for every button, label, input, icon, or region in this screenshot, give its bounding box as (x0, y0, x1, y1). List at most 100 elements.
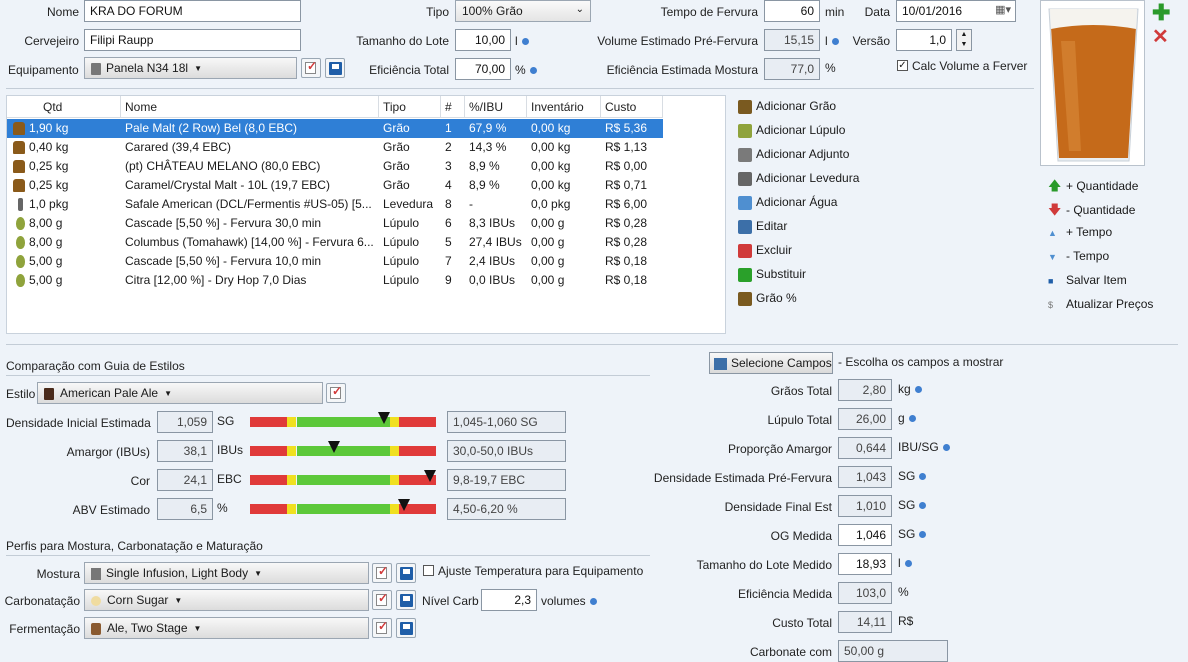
table-row[interactable]: 1,0 pkg Safale American (DCL/Fermentis #U… (7, 195, 663, 214)
table-row[interactable]: 0,40 kg Carared (39,4 EBC) Grão 2 14,3 % 0,00… (7, 138, 663, 157)
stat-unit-text: R$ (898, 614, 914, 628)
calendar-icon[interactable]: ▦▾ (995, 3, 1011, 16)
side-action-3[interactable]: ▼ - Tempo (1048, 249, 1109, 263)
cervejeiro-input[interactable]: Filipi Raupp (84, 29, 301, 51)
cell-n: 7 (445, 254, 452, 268)
action-icon (738, 99, 752, 114)
mostura-select[interactable]: Single Infusion, Light Body ▼ (84, 562, 369, 584)
stat-value: 1,043 (838, 466, 892, 488)
action-3[interactable]: Adicionar Levedura (738, 171, 859, 189)
cell-inv: 0,00 kg (531, 159, 571, 173)
tamanho-input[interactable]: 10,00 (455, 29, 511, 51)
action-2[interactable]: Adicionar Adjunto (738, 147, 849, 165)
edit-equipment-button[interactable]: ✓ (301, 58, 321, 78)
cell-pct: 2,4 IBUs (469, 254, 516, 268)
cell-qtd: 1,90 kg (29, 121, 69, 135)
stat-input[interactable]: 1,046 (838, 524, 892, 546)
calc-volume-checkbox[interactable]: ✓ (897, 60, 908, 71)
action-8[interactable]: Grão % (738, 291, 797, 309)
table-row[interactable]: 8,00 g Cascade [5,50 %] - Fervura 30,0 mi… (7, 214, 663, 233)
info-dot-icon (914, 386, 922, 394)
side-action-1[interactable]: 🡇 - Quantidade (1048, 201, 1135, 223)
side-action-4[interactable]: ■ Salvar Item (1048, 273, 1127, 287)
column-header-qtd[interactable]: Qtd (7, 96, 121, 118)
side-action-icon: $ (1048, 300, 1054, 310)
column-header-ibu[interactable]: %/IBU (465, 96, 527, 118)
side-action-2[interactable]: ▲ + Tempo (1048, 225, 1112, 239)
column-header-inventario[interactable]: Inventário (527, 96, 601, 118)
action-label: Editar (756, 219, 788, 233)
edit-ferm-button[interactable]: ✓ (372, 618, 392, 638)
carbonatacao-select[interactable]: Corn Sugar ▼ (84, 589, 369, 611)
cell-qtd: 0,40 kg (29, 140, 69, 154)
action-6[interactable]: Excluir (738, 243, 792, 261)
action-7[interactable]: Substituir (738, 267, 806, 285)
stat-unit-text: IBU/SG (898, 440, 939, 454)
stat-value: 26,00 (838, 408, 892, 430)
date-picker[interactable]: 10/01/2016 ▦▾ (896, 0, 1016, 22)
edit-style-button[interactable]: ✓ (326, 383, 346, 403)
efmostura-label: Eficiência Estimada Mostura (606, 63, 758, 77)
side-action-5[interactable]: $ Atualizar Preços (1048, 297, 1153, 311)
column-header-num[interactable]: # (441, 96, 465, 118)
column-header-nome[interactable]: Nome (121, 96, 379, 118)
cervejeiro-label: Cervejeiro (24, 34, 79, 48)
save-ferm-button[interactable] (396, 618, 416, 638)
stat-label: Carbonate com (749, 645, 832, 659)
tamanho-unit: l (515, 34, 518, 48)
cell-pct: 67,9 % (469, 121, 507, 135)
action-0[interactable]: Adicionar Grão (738, 99, 836, 117)
versao-input[interactable]: 1,0 (896, 29, 952, 51)
cell-nome: Safale American (DCL/Fermentis #US-05) [… (125, 197, 372, 211)
spin-up-icon[interactable]: ▲ (957, 30, 971, 40)
sugar-icon (91, 595, 101, 606)
stat-label: Proporção Amargor (727, 442, 832, 456)
table-row[interactable]: 5,00 g Cascade [5,50 %] - Fervura 10,0 mi… (7, 252, 663, 271)
table-row[interactable]: 1,90 kg Pale Malt (2 Row) Bel (8,0 EBC) Gr… (7, 119, 663, 138)
stat-unit: R$ (898, 614, 913, 628)
stat-value: 1,010 (838, 495, 892, 517)
edit-carb-button[interactable]: ✓ (372, 590, 392, 610)
action-5[interactable]: Editar (738, 219, 787, 237)
cell-custo: R$ 0,18 (605, 273, 648, 287)
style-row-label: Amargor (IBUs) (66, 445, 150, 459)
action-icon (738, 267, 752, 282)
table-row[interactable]: 8,00 g Columbus (Tomahawk) [14,00 %] - Fe… (7, 233, 663, 252)
action-label: Substituir (756, 267, 807, 281)
stat-unit-text: l (898, 556, 901, 570)
versao-label: Versão (852, 34, 890, 48)
stat-unit: g (898, 411, 916, 425)
selecione-campos-button[interactable]: Selecione Campos (709, 352, 833, 374)
estilo-select[interactable]: American Pale Ale ▼ (37, 382, 323, 404)
chevron-down-icon: ▼ (194, 64, 202, 74)
fermentacao-select[interactable]: Ale, Two Stage ▼ (84, 617, 369, 639)
versao-spinner[interactable]: ▲ ▼ (956, 29, 972, 51)
tipo-select[interactable]: 100% Grão ⌄ (455, 0, 591, 22)
stat-input[interactable]: 18,93 (838, 553, 892, 575)
cell-tipo: Grão (383, 140, 410, 154)
save-mash-button[interactable] (396, 563, 416, 583)
action-4[interactable]: Adicionar Água (738, 195, 837, 213)
remove-icon[interactable]: ✕ (1152, 24, 1169, 49)
table-row[interactable]: 5,00 g Citra [12,00 %] - Dry Hop 7,0 Dias… (7, 271, 663, 290)
ajuste-temperatura-checkbox[interactable] (423, 565, 434, 576)
column-header-tipo[interactable]: Tipo (379, 96, 441, 118)
side-action-0[interactable]: 🡅 + Quantidade (1048, 177, 1138, 199)
side-action-label: Atualizar Preços (1066, 297, 1154, 311)
nivel-carb-input[interactable]: 2,3 (481, 589, 537, 611)
table-row[interactable]: 0,25 kg (pt) CHÂTEAU MELANO (80,0 EBC) Grã… (7, 157, 663, 176)
action-1[interactable]: Adicionar Lúpulo (738, 123, 845, 141)
edit-mash-button[interactable]: ✓ (372, 563, 392, 583)
eficiencia-input[interactable]: 70,00 (455, 58, 511, 80)
add-icon[interactable]: ✚ (1152, 0, 1170, 26)
save-carb-button[interactable] (396, 590, 416, 610)
column-header-custo[interactable]: Custo (601, 96, 663, 118)
cell-pct: 8,9 % (469, 159, 500, 173)
table-row[interactable]: 0,25 kg Caramel/Crystal Malt - 10L (19,7 … (7, 176, 663, 195)
spin-down-icon[interactable]: ▼ (957, 40, 971, 50)
profiles-section-header: Perfis para Mostura, Carbonatação e Matu… (6, 536, 650, 556)
tempo-input[interactable]: 60 (764, 0, 820, 22)
stat-unit: SG (898, 527, 927, 541)
nome-input[interactable]: KRA DO FORUM (84, 0, 301, 22)
equipamento-select[interactable]: Panela N34 18l ▼ (84, 57, 297, 79)
